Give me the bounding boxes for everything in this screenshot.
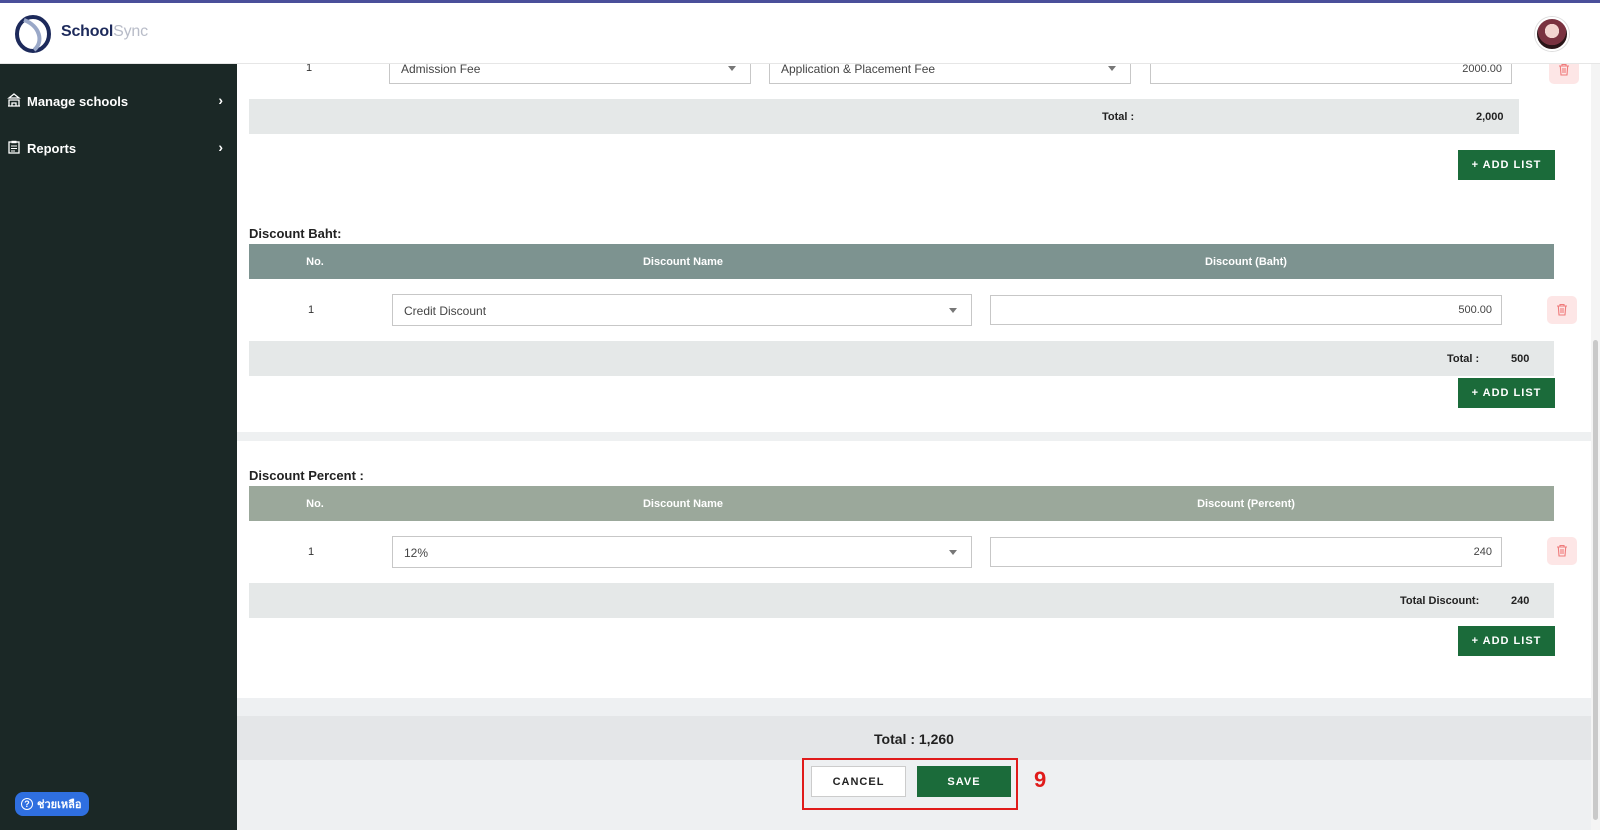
schoolsync-logo-icon [15, 15, 51, 53]
delete-discount-baht-row-button[interactable] [1547, 296, 1577, 324]
sidebar: Manage schools › Reports › ? ช่วยเหลือ [0, 64, 237, 830]
brand-name[interactable]: SchoolSync [61, 23, 148, 41]
fees-total-bar: Total : 2,000 [249, 99, 1519, 134]
discount-percent-row-number: 1 [308, 546, 315, 558]
discount-baht-row-number: 1 [308, 304, 315, 316]
discount-percent-amount-input[interactable]: 240 [990, 537, 1502, 567]
trash-icon [1559, 64, 1569, 76]
add-discount-baht-list-button[interactable]: + ADD LIST [1458, 378, 1555, 408]
add-discount-percent-list-button[interactable]: + ADD LIST [1458, 626, 1555, 656]
discount-baht-total-bar: Total : 500 [249, 341, 1554, 376]
chevron-right-icon: › [218, 92, 223, 108]
chevron-down-icon [949, 308, 957, 313]
step-number-annotation: 9 [1034, 767, 1047, 792]
discount-baht-name-select[interactable]: Credit Discount [392, 294, 972, 326]
add-fee-list-button[interactable]: + ADD LIST [1458, 150, 1555, 180]
discount-percent-total-bar: Total Discount: 240 [249, 583, 1554, 618]
discount-percent-name-select[interactable]: 12% [392, 536, 972, 568]
chevron-down-icon [728, 66, 736, 71]
fee-row-number: 1 [306, 64, 313, 74]
fee-amount-input[interactable]: 2000.00 [1150, 64, 1512, 84]
chevron-down-icon [1108, 66, 1116, 71]
cancel-button[interactable]: CANCEL [811, 766, 906, 797]
chevron-down-icon [949, 550, 957, 555]
sidebar-item-reports[interactable]: Reports › [0, 133, 237, 163]
main-content: 1 Admission Fee Application & Placement … [237, 64, 1591, 830]
trash-icon [1557, 303, 1567, 316]
vertical-scrollbar[interactable] [1591, 64, 1600, 830]
fee-category-select[interactable]: Admission Fee [389, 64, 751, 84]
school-icon [7, 93, 21, 107]
user-avatar[interactable] [1535, 17, 1569, 51]
sidebar-item-manage-schools[interactable]: Manage schools › [0, 86, 237, 116]
save-button[interactable]: SAVE [917, 766, 1011, 797]
discount-percent-table-header: No. Discount Name Discount (Percent) [249, 486, 1554, 521]
chevron-right-icon: › [218, 139, 223, 155]
delete-discount-percent-row-button[interactable] [1547, 537, 1577, 565]
question-icon: ? [21, 798, 33, 810]
help-button[interactable]: ? ช่วยเหลือ [15, 792, 90, 816]
fee-item-select[interactable]: Application & Placement Fee [769, 64, 1131, 84]
discount-percent-title: Discount Percent : [249, 468, 364, 483]
grand-total: Total : 1,260 [237, 716, 1591, 760]
discount-baht-title: Discount Baht: [249, 226, 342, 241]
delete-fee-row-button[interactable] [1549, 64, 1579, 84]
discount-baht-amount-input[interactable]: 500.00 [990, 295, 1502, 325]
trash-icon [1557, 544, 1567, 557]
clipboard-icon [8, 140, 20, 154]
app-header: SchoolSync [0, 3, 1600, 64]
scrollbar-thumb[interactable] [1593, 340, 1598, 820]
discount-baht-table-header: No. Discount Name Discount (Baht) [249, 244, 1554, 279]
section-divider [237, 432, 1591, 441]
